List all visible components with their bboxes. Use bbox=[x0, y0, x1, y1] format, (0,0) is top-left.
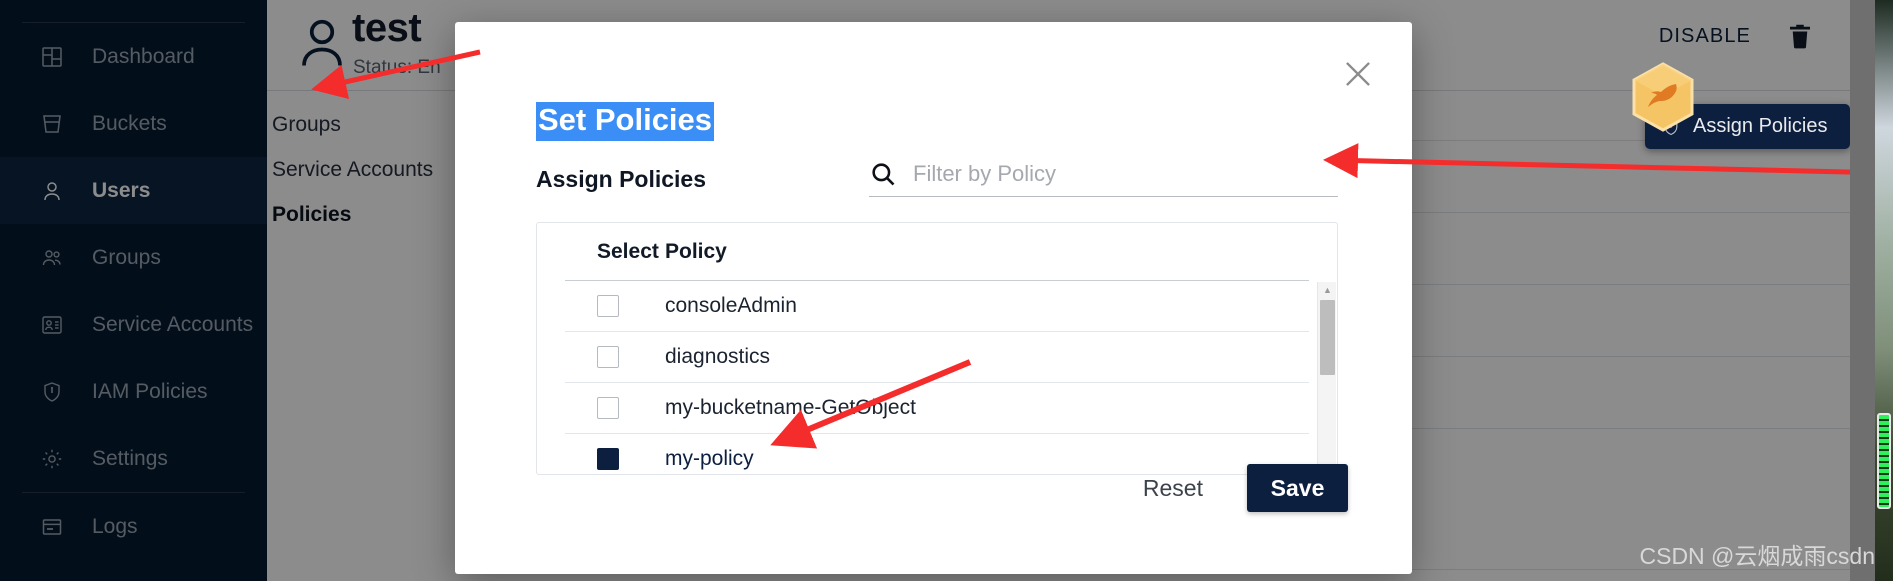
column-header-policy: Policy bbox=[665, 239, 727, 263]
reset-button[interactable]: Reset bbox=[1143, 475, 1203, 502]
policy-table-body: consoleAdmin diagnostics my-bucketname-G… bbox=[537, 281, 1337, 474]
policy-checkbox[interactable] bbox=[597, 295, 619, 317]
close-icon[interactable] bbox=[1336, 52, 1380, 96]
watermark: CSDN @云烟成雨csdn bbox=[1639, 543, 1876, 569]
bird-logo-cursor-icon bbox=[1630, 62, 1696, 134]
policy-list: Select Policy consoleAdmin diagnostics m… bbox=[536, 222, 1338, 475]
policy-name: consoleAdmin bbox=[665, 294, 797, 317]
policy-row-consoleadmin[interactable]: consoleAdmin bbox=[565, 281, 1309, 332]
scroll-up-arrow-icon[interactable]: ▲ bbox=[1318, 282, 1337, 298]
right-rail bbox=[1850, 0, 1893, 581]
policy-row-diagnostics[interactable]: diagnostics bbox=[565, 332, 1309, 383]
tooltip-label: Assign Policies bbox=[1693, 115, 1828, 137]
policy-name: my-policy bbox=[665, 447, 754, 470]
policy-filter bbox=[869, 160, 1338, 197]
save-button[interactable]: Save bbox=[1247, 464, 1348, 512]
assign-policies-label: Assign Policies bbox=[536, 166, 707, 192]
modal-title: Set Policies bbox=[536, 102, 715, 141]
policy-name: my-bucketname-GetObject bbox=[665, 396, 916, 419]
modal-actions: Reset Save bbox=[1143, 464, 1348, 512]
policy-row-my-bucketname-getobject[interactable]: my-bucketname-GetObject bbox=[565, 383, 1309, 434]
policy-checkbox[interactable] bbox=[597, 448, 619, 470]
set-policies-modal: Set Policies Assign Policies Select Poli… bbox=[455, 22, 1412, 574]
policy-checkbox[interactable] bbox=[597, 346, 619, 368]
scrollbar-thumb[interactable] bbox=[1320, 300, 1335, 375]
search-icon bbox=[869, 160, 897, 188]
policy-list-scrollbar[interactable]: ▲ ▼ bbox=[1317, 282, 1337, 474]
column-header-select: Select bbox=[597, 239, 659, 263]
search-input[interactable] bbox=[913, 161, 1338, 187]
policy-table-header: Select Policy bbox=[565, 223, 1309, 281]
policy-name: diagnostics bbox=[665, 345, 771, 368]
rail-indicator bbox=[1877, 413, 1891, 509]
screen: Dashboard Buckets Users Groups Service A… bbox=[0, 0, 1893, 581]
policy-checkbox[interactable] bbox=[597, 397, 619, 419]
